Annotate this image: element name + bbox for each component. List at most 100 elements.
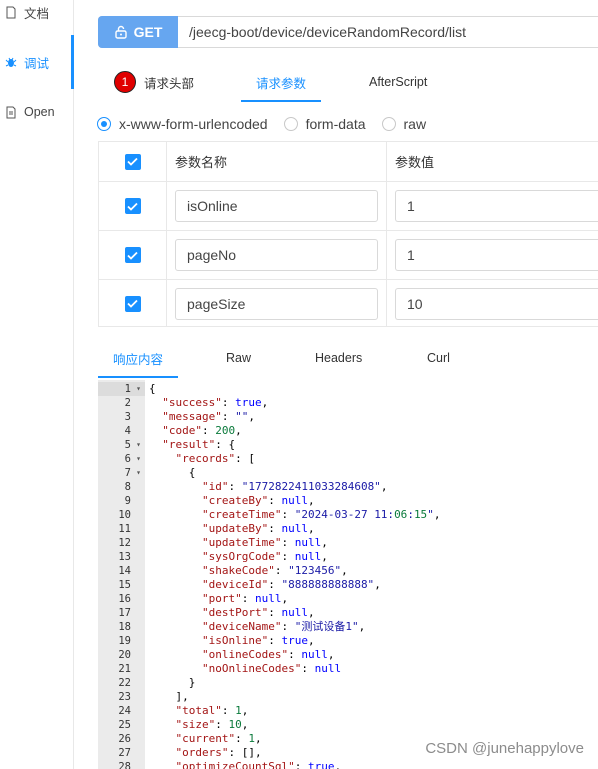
radio-circle bbox=[381, 117, 396, 131]
param-name-cell bbox=[167, 182, 387, 230]
code-line: "shakeCode": "123456", bbox=[201, 564, 348, 577]
check-icon bbox=[127, 299, 138, 308]
tab-request-headers[interactable]: 1 请求头部 bbox=[114, 62, 194, 102]
line-number: 7 ▾ bbox=[124, 466, 141, 480]
send-request-button[interactable]: GET bbox=[98, 16, 178, 48]
table-row bbox=[99, 231, 598, 280]
sidebar-item-label: Open bbox=[24, 105, 55, 119]
unlock-icon bbox=[114, 25, 127, 39]
doc-icon bbox=[4, 5, 18, 19]
param-name-input[interactable] bbox=[175, 287, 378, 320]
response-code-editor[interactable]: 1 ▾ 2 3 4 5 ▾ 6 ▾ 7 ▾ 8 9 10 11 12 13 14 15 16 17 18 19 20 21 22 2… bbox=[98, 380, 598, 769]
param-name-input[interactable] bbox=[175, 239, 378, 271]
row-select-cell bbox=[99, 280, 167, 327]
line-number: 17 bbox=[118, 607, 131, 619]
code-line: "updateTime": null, bbox=[201, 536, 328, 549]
row-checkbox[interactable] bbox=[124, 247, 141, 263]
sidebar-item-label: 调试 bbox=[24, 56, 50, 71]
line-number: 6 ▾ bbox=[124, 452, 141, 466]
tab-label: AfterScript bbox=[369, 75, 428, 89]
line-number-gutter: 1 ▾ 2 3 4 5 ▾ 6 ▾ 7 ▾ 8 9 10 11 12 13 14 15 16 17 18 19 20 21 22 2… bbox=[98, 380, 145, 769]
param-value-input[interactable] bbox=[395, 239, 598, 271]
radio-urlencoded[interactable]: x-www-form-urlencoded bbox=[97, 116, 268, 132]
code-line: "size": 10, bbox=[175, 718, 249, 731]
method-label: GET bbox=[133, 24, 163, 40]
tab-response-content[interactable]: 响应内容 bbox=[98, 338, 178, 378]
code-line: "total": 1, bbox=[175, 704, 249, 717]
radio-raw[interactable]: raw bbox=[381, 116, 426, 132]
check-icon bbox=[127, 251, 138, 260]
code-line: "onlineCodes": null, bbox=[201, 648, 335, 661]
radio-label: form-data bbox=[305, 116, 366, 132]
col-header-name: 参数名称 bbox=[167, 142, 387, 181]
line-number: 10 bbox=[118, 509, 131, 521]
tab-response-raw[interactable]: Raw bbox=[226, 338, 251, 378]
code-line: } bbox=[149, 676, 196, 689]
tab-label: Raw bbox=[226, 351, 252, 365]
sidebar: 文档 调试 Open bbox=[0, 0, 74, 769]
radio-form-data[interactable]: form-data bbox=[283, 116, 366, 132]
code-line: "id": "1772822411033284608", bbox=[201, 480, 388, 493]
sidebar-item-label: 文档 bbox=[24, 6, 50, 21]
headers-count-badge: 1 bbox=[114, 71, 136, 93]
url-input[interactable] bbox=[178, 17, 598, 47]
code-line: ], bbox=[149, 690, 189, 703]
line-number: 15 bbox=[118, 579, 131, 591]
code-line: "orders": [], bbox=[175, 746, 262, 759]
params-table: 参数名称 参数值 bbox=[98, 141, 598, 327]
line-number: 14 bbox=[118, 565, 131, 577]
sidebar-item-docs[interactable]: 文档 bbox=[0, 0, 73, 27]
fold-toggle-icon[interactable]: ▾ bbox=[136, 438, 141, 452]
bug-icon bbox=[4, 55, 18, 69]
code-line: "deviceName": "测试设备1", bbox=[201, 620, 366, 633]
line-number: 3 bbox=[124, 411, 131, 423]
row-select-cell bbox=[99, 182, 167, 230]
line-number: 24 bbox=[118, 705, 131, 717]
line-number: 9 bbox=[124, 495, 131, 507]
code-line: "createBy": null, bbox=[201, 494, 315, 507]
check-icon bbox=[127, 157, 138, 166]
tab-response-headers[interactable]: Headers bbox=[315, 338, 362, 378]
code-line: "optimizeCountSql": true, bbox=[175, 760, 342, 769]
param-value-input[interactable] bbox=[395, 190, 598, 222]
param-value-cell bbox=[387, 280, 598, 327]
line-number: 12 bbox=[118, 537, 131, 549]
fold-toggle-icon[interactable]: ▾ bbox=[136, 466, 141, 480]
row-checkbox[interactable] bbox=[124, 295, 141, 312]
line-number: 26 bbox=[118, 733, 131, 745]
tab-afterscript[interactable]: AfterScript bbox=[369, 62, 427, 102]
sidebar-item-debug[interactable]: 调试 bbox=[0, 35, 74, 89]
code-line: "destPort": null, bbox=[201, 606, 315, 619]
code-line: "port": null, bbox=[201, 592, 289, 605]
line-number: 11 bbox=[118, 523, 131, 535]
fold-toggle-icon[interactable]: ▾ bbox=[136, 452, 141, 466]
radio-circle bbox=[97, 117, 111, 131]
col-header-value: 参数值 bbox=[395, 155, 435, 170]
param-name-input[interactable] bbox=[175, 190, 378, 222]
line-number: 1 ▾ bbox=[98, 382, 145, 396]
line-number: 28 bbox=[118, 761, 131, 769]
code-line: "deviceId": "888888888888", bbox=[201, 578, 381, 591]
open-doc-icon bbox=[4, 105, 18, 119]
code-line: "createTime": "2024-03-27 11:06:15", bbox=[201, 508, 441, 521]
code-line: "noOnlineCodes": null bbox=[201, 662, 342, 675]
line-number: 4 bbox=[124, 425, 131, 437]
active-tab-underline bbox=[98, 376, 178, 378]
row-checkbox[interactable] bbox=[124, 198, 141, 214]
check-icon bbox=[127, 202, 138, 211]
tab-label: 响应内容 bbox=[112, 352, 163, 367]
tab-request-params[interactable]: 请求参数 bbox=[241, 62, 321, 102]
param-value-input[interactable] bbox=[395, 287, 598, 320]
sidebar-item-open[interactable]: Open bbox=[0, 97, 73, 127]
code-line: "current": 1, bbox=[175, 732, 262, 745]
tab-label: Curl bbox=[427, 351, 450, 365]
tab-response-curl[interactable]: Curl bbox=[427, 338, 450, 378]
table-row bbox=[99, 182, 598, 231]
line-number: 20 bbox=[118, 649, 131, 661]
code-line: "code": 200, bbox=[162, 424, 242, 437]
fold-toggle-icon[interactable]: ▾ bbox=[136, 382, 141, 396]
select-all-checkbox[interactable] bbox=[124, 153, 141, 170]
active-tab-underline bbox=[241, 100, 321, 102]
line-number: 2 bbox=[124, 397, 131, 409]
code-line: "success": true, bbox=[162, 396, 269, 409]
